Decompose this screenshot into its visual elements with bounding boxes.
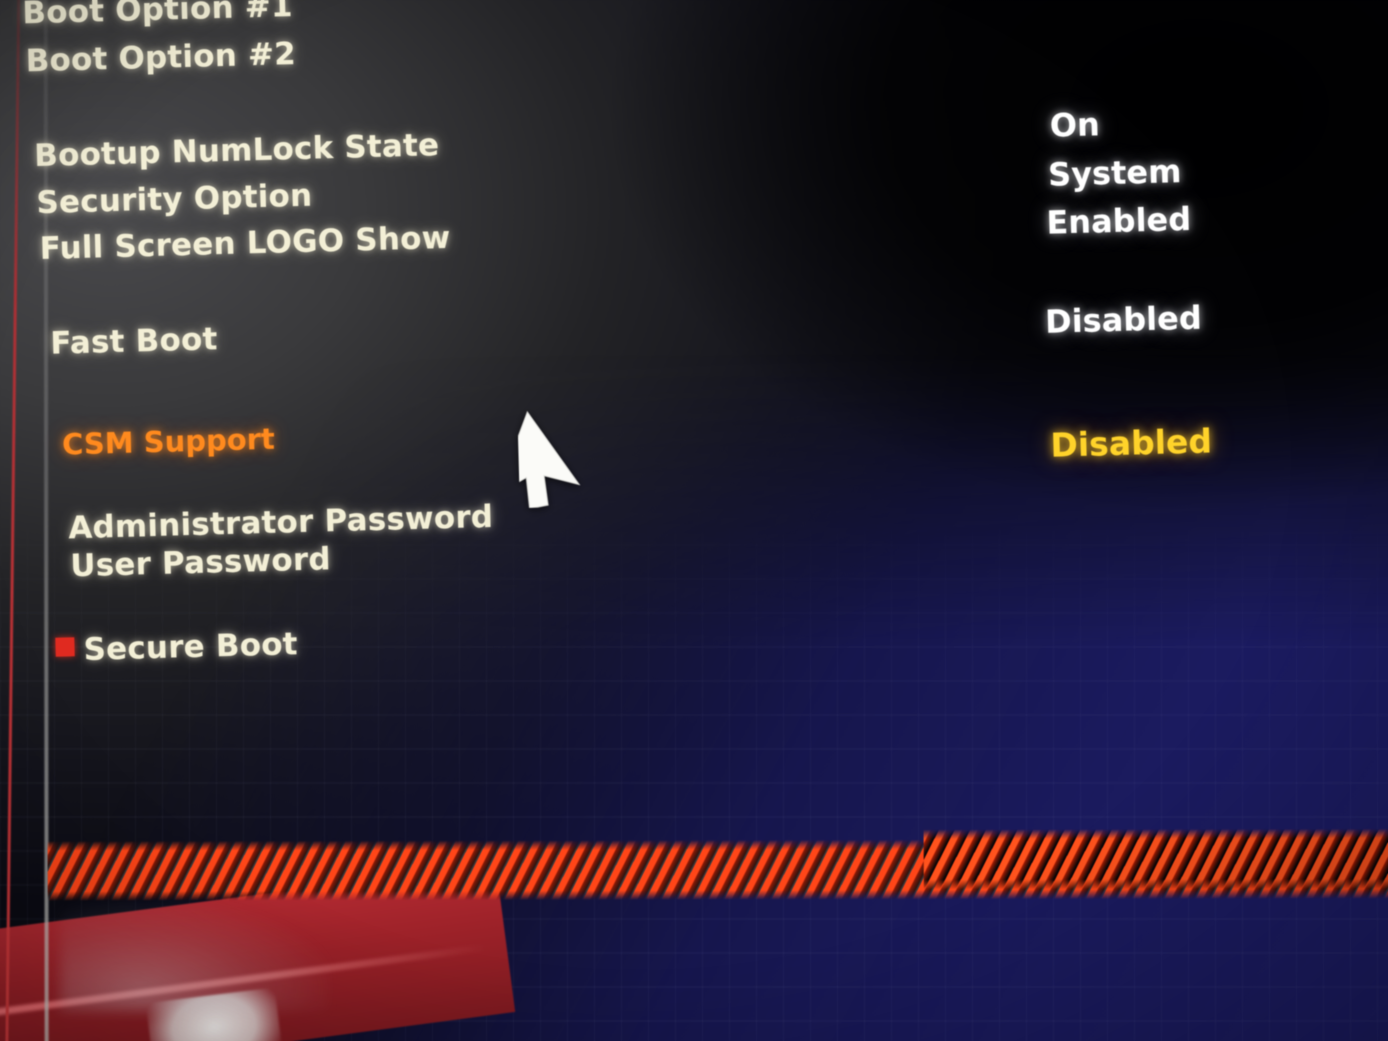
setting-label-user-password: User Password bbox=[69, 541, 332, 585]
setting-row-csm-support[interactable]: CSM Support Disabled bbox=[11, 382, 1388, 902]
setting-value-security-option[interactable]: System bbox=[1048, 152, 1182, 194]
setting-label-boot-option-1: Boot Option #1 bbox=[21, 0, 294, 32]
setting-row-fast-boot[interactable]: Fast Boot Disabled bbox=[9, 289, 1388, 373]
setting-row-secure-boot[interactable]: Secure Boot bbox=[17, 596, 1388, 680]
setting-label-csm-support: CSM Support bbox=[61, 421, 276, 462]
setting-label-secure-boot: Secure Boot bbox=[83, 626, 299, 668]
selection-highlight-bar-right-segment bbox=[923, 828, 1388, 890]
mouse-pointer-arrow-icon bbox=[495, 402, 616, 510]
setting-label-fast-boot: Fast Boot bbox=[49, 321, 218, 362]
setting-label-bootup-numlock-state: Bootup NumLock State bbox=[33, 127, 440, 175]
submenu-marker-icon bbox=[55, 637, 75, 657]
setting-value-csm-support[interactable]: Disabled bbox=[1050, 421, 1213, 464]
setting-label-security-option: Security Option bbox=[36, 177, 313, 222]
setting-label-boot-option-2: Boot Option #2 bbox=[25, 36, 297, 80]
settings-plane: P2: WDC Boot Option #1 Boot Option #2 Bo… bbox=[0, 0, 1388, 1041]
setting-value-bootup-numlock-state[interactable]: On bbox=[1049, 105, 1100, 144]
bios-setup-screen: P2: WDC Boot Option #1 Boot Option #2 Bo… bbox=[0, 0, 1388, 1041]
setting-value-full-screen-logo-show[interactable]: Enabled bbox=[1046, 200, 1192, 242]
setting-value-fast-boot[interactable]: Disabled bbox=[1045, 299, 1203, 341]
